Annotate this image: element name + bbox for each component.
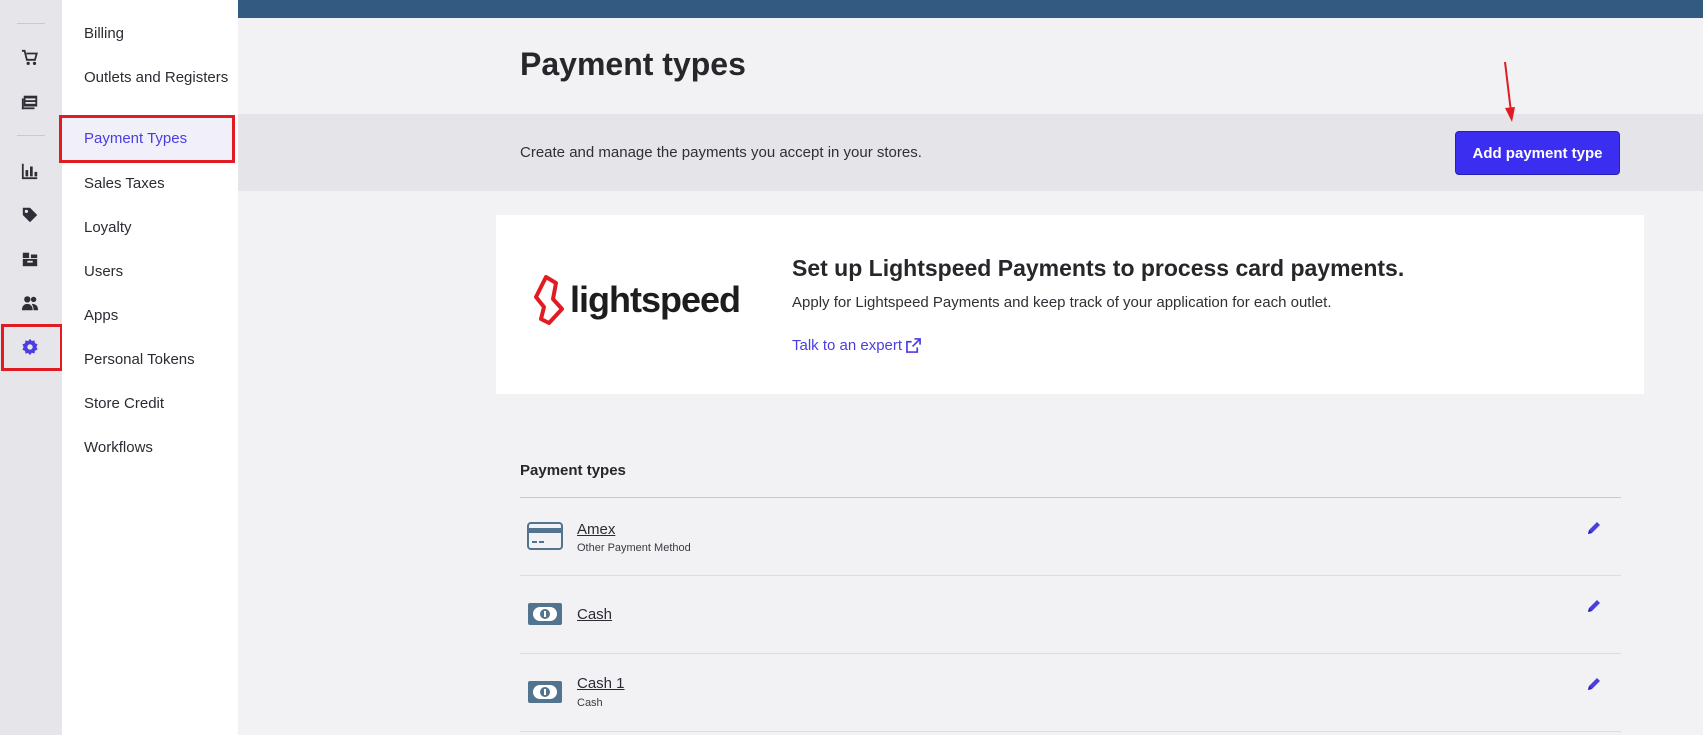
settings-nav-item-payment-types[interactable]: Payment Types xyxy=(59,115,235,163)
settings-nav-item-store-credit[interactable]: Store Credit xyxy=(84,395,234,413)
payment-type-row: Cash xyxy=(520,576,1621,654)
cart-icon[interactable] xyxy=(19,47,41,69)
lightspeed-flame-icon xyxy=(534,275,564,325)
rail-divider xyxy=(17,135,45,136)
settings-nav-item-workflows[interactable]: Workflows xyxy=(84,439,234,457)
talk-to-expert-label: Talk to an expert xyxy=(792,337,903,354)
rail-divider xyxy=(17,23,45,24)
payment-type-row: Cash 1 Cash xyxy=(520,654,1621,732)
payment-type-subtitle: Cash xyxy=(577,697,603,709)
pencil-icon[interactable] xyxy=(1586,598,1602,614)
reports-icon[interactable] xyxy=(19,160,41,182)
pencil-icon[interactable] xyxy=(1586,520,1602,536)
settings-nav-item-loyalty[interactable]: Loyalty xyxy=(84,219,234,237)
app-icon-rail xyxy=(0,0,63,735)
talk-to-expert-link[interactable]: Talk to an expert xyxy=(792,337,921,354)
customers-icon[interactable] xyxy=(19,292,41,314)
payment-type-name[interactable]: Cash xyxy=(577,606,612,623)
settings-nav-item-sales-taxes[interactable]: Sales Taxes xyxy=(84,175,234,193)
cash-icon xyxy=(528,603,562,625)
settings-nav-item-personal-tokens[interactable]: Personal Tokens xyxy=(84,351,234,369)
page-title: Payment types xyxy=(520,46,746,82)
page-description: Create and manage the payments you accep… xyxy=(520,144,922,161)
settings-nav: Billing Outlets and Registers Payment Ty… xyxy=(59,0,238,735)
settings-nav-item-billing[interactable]: Billing xyxy=(84,25,234,43)
settings-nav-item-outlets-and-registers[interactable]: Outlets and Registers xyxy=(84,69,234,87)
active-highlight-frame xyxy=(1,324,63,371)
payment-type-name[interactable]: Amex xyxy=(577,521,615,538)
pencil-icon[interactable] xyxy=(1586,676,1602,692)
cash-icon xyxy=(528,681,562,703)
payment-types-heading: Payment types xyxy=(520,462,626,479)
promo-description: Apply for Lightspeed Payments and keep t… xyxy=(792,294,1332,311)
settings-nav-item-apps[interactable]: Apps xyxy=(84,307,234,325)
payment-type-name[interactable]: Cash 1 xyxy=(577,675,625,692)
lightspeed-wordmark: lightspeed xyxy=(570,279,741,320)
settings-nav-item-users[interactable]: Users xyxy=(84,263,234,281)
register-icon[interactable] xyxy=(19,91,41,113)
tag-icon[interactable] xyxy=(19,204,41,226)
promo-title: Set up Lightspeed Payments to process ca… xyxy=(792,255,1405,281)
lightspeed-payments-card: lightspeed Set up Lightspeed Payments to… xyxy=(496,215,1644,394)
credit-card-icon xyxy=(527,522,563,550)
lightspeed-logo: lightspeed xyxy=(532,275,741,325)
add-payment-type-button[interactable]: Add payment type xyxy=(1455,131,1620,175)
external-link-icon xyxy=(906,338,921,353)
top-bar xyxy=(238,0,1703,18)
payment-type-row: Amex Other Payment Method xyxy=(520,498,1621,576)
payment-type-subtitle: Other Payment Method xyxy=(577,542,691,554)
inventory-icon[interactable] xyxy=(19,248,41,270)
annotation-arrow-icon xyxy=(1504,61,1515,122)
